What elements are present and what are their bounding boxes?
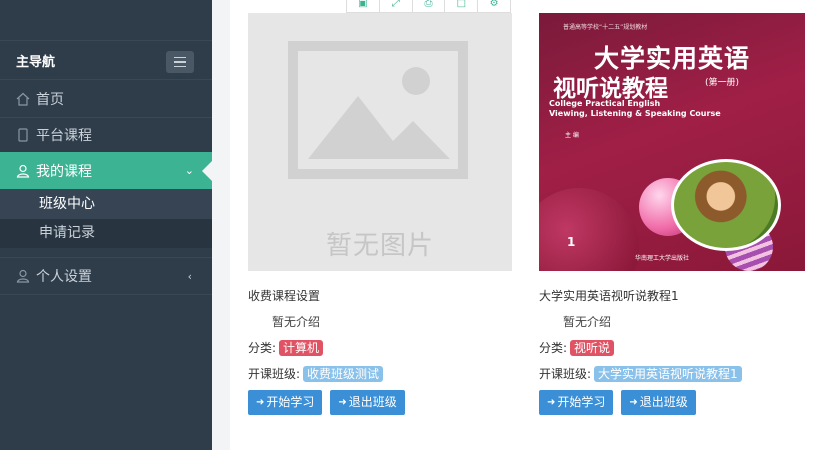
quit-class-button[interactable]: ➜ 退出班级: [330, 390, 405, 415]
class-tag: 大学实用英语视听说教程1: [594, 366, 742, 382]
cover-publisher: 华南理工大学出版社: [635, 255, 690, 262]
quit-class-button[interactable]: ➜ 退出班级: [621, 390, 696, 415]
no-image-text: 暂无图片: [325, 231, 434, 261]
sidebar-header: 主导航: [0, 40, 212, 80]
sign-in-icon: ➜: [256, 397, 265, 408]
class-label: 开课班级:: [248, 367, 301, 381]
start-learning-button[interactable]: ➜ 开始学习: [248, 390, 323, 415]
home-icon: [16, 92, 30, 106]
submenu: 班级中心 申请记录: [0, 190, 212, 248]
course-category-row: 分类: 计算机: [248, 339, 514, 357]
decorative-ball: [539, 188, 639, 271]
sidebar-title: 主导航: [16, 54, 56, 70]
cover-title: 视听说教程: [553, 76, 668, 102]
cover-volume: (第一册): [705, 78, 740, 88]
user-icon: [16, 269, 30, 283]
course-card: 暂无图片 收费课程设置 暂无介绍 分类: 计算机 开课班级: 收费班级测试 ➜ 开…: [248, 13, 514, 415]
cover-authors: 主 编: [565, 132, 579, 139]
gear-icon[interactable]: ⚙: [478, 0, 510, 12]
sidebar-item-home[interactable]: 首页: [0, 80, 212, 118]
cover-portrait: [671, 159, 781, 251]
course-name[interactable]: 收费课程设置: [248, 287, 514, 305]
course-class-row: 开课班级: 大学实用英语视听说教程1: [539, 365, 805, 383]
hamburger-icon: [174, 56, 186, 59]
sidebar-item-label: 首页: [36, 91, 64, 108]
class-label: 开课班级:: [539, 367, 592, 381]
image-toolbar: ▣ ⤢ ⎙ □ ⚙: [346, 0, 511, 13]
user-icon: [16, 164, 30, 178]
course-name[interactable]: 大学实用英语视听说教程1: [539, 287, 805, 305]
sidebar-item-personal-settings[interactable]: 个人设置 ‹: [0, 257, 212, 295]
course-cover-image[interactable]: 普通高等学校“十二五”规划教材 大学实用英语 视听说教程 (第一册) Colle…: [539, 13, 805, 271]
course-intro: 暂无介绍: [563, 315, 612, 329]
window-icon[interactable]: □: [445, 0, 479, 12]
main-content: ▣ ⤢ ⎙ □ ⚙ 暂无图片 收费课程设置 暂无介绍 分类: 计算机 开课班级:: [230, 0, 818, 450]
image-placeholder-icon: [288, 41, 468, 179]
sidebar-item-label: 平台课程: [36, 127, 92, 144]
sign-in-icon: ➜: [629, 397, 638, 408]
sidebar-item-label: 个人设置: [36, 269, 92, 285]
category-label: 分类:: [539, 341, 568, 355]
sidebar-item-label: 我的课程: [36, 163, 92, 180]
print-icon[interactable]: ⎙: [413, 0, 446, 12]
expand-icon[interactable]: ⤢: [380, 0, 413, 12]
sidebar-item-my-courses[interactable]: 我的课程 ⌄: [0, 152, 212, 190]
category-label: 分类:: [248, 341, 277, 355]
sign-in-icon: ➜: [338, 397, 347, 408]
class-tag: 收费班级测试: [303, 366, 384, 382]
submenu-item-application-records[interactable]: 申请记录: [0, 219, 212, 248]
course-card: 普通高等学校“十二五”规划教材 大学实用英语 视听说教程 (第一册) Colle…: [539, 13, 805, 415]
course-thumbnail-placeholder[interactable]: 暂无图片: [248, 13, 512, 271]
chevron-down-icon: ⌄: [184, 164, 194, 177]
submenu-item-class-center[interactable]: 班级中心: [0, 190, 212, 219]
menu-toggle-button[interactable]: [166, 51, 194, 73]
course-category-row: 分类: 视听说: [539, 339, 805, 357]
cover-tagline: 普通高等学校“十二五”规划教材: [563, 24, 648, 31]
save-icon[interactable]: ▣: [347, 0, 380, 12]
cover-english-title: College Practical English Viewing, Liste…: [549, 99, 721, 118]
course-class-row: 开课班级: 收费班级测试: [248, 365, 514, 383]
sign-in-icon: ➜: [547, 397, 556, 408]
tablet-icon: [18, 127, 28, 142]
category-tag: 视听说: [570, 340, 615, 356]
start-learning-button[interactable]: ➜ 开始学习: [539, 390, 614, 415]
chevron-left-icon: ‹: [187, 269, 192, 283]
sidebar: 主导航 首页 平台课程 我的课程 ⌄ 班级中心 申请记录 个人设置 ‹: [0, 0, 212, 450]
course-intro: 暂无介绍: [272, 315, 321, 329]
sidebar-item-platform-courses[interactable]: 平台课程: [0, 116, 212, 154]
cover-volume-number: 1: [567, 235, 576, 249]
category-tag: 计算机: [279, 340, 324, 356]
